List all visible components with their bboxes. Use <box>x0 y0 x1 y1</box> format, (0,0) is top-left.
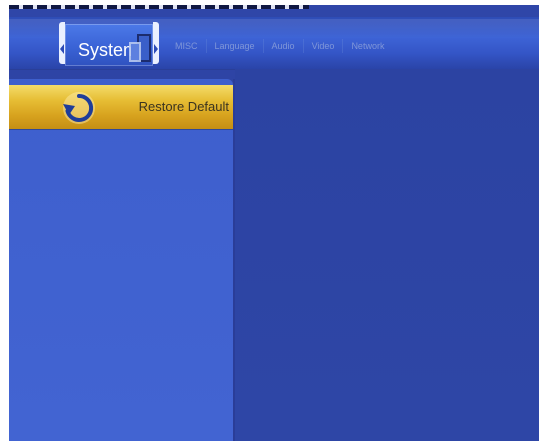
top-dash-strip <box>9 5 309 9</box>
restore-icon <box>63 92 95 124</box>
section-tabs: MISC Language Audio Video Network <box>167 39 392 53</box>
menu-panel <box>9 79 233 441</box>
menu-item-label: Restore Default <box>138 99 229 114</box>
settings-screen: System MISC Language Audio Video Network… <box>9 5 539 441</box>
content-area <box>235 69 539 441</box>
system-section-tab[interactable]: System <box>65 24 153 66</box>
menu-item-restore-default[interactable]: Restore Default <box>9 85 233 129</box>
tab-language[interactable]: Language <box>207 39 264 53</box>
tab-video[interactable]: Video <box>304 39 344 53</box>
section-selector[interactable]: System <box>59 20 159 66</box>
tab-misc[interactable]: MISC <box>167 39 207 53</box>
right-arrow-icon[interactable] <box>154 44 158 54</box>
section-bracket-right <box>153 22 159 64</box>
tab-network[interactable]: Network <box>343 39 392 53</box>
settings-device-icon <box>129 34 151 62</box>
left-arrow-icon[interactable] <box>60 44 64 54</box>
tab-audio[interactable]: Audio <box>264 39 304 53</box>
